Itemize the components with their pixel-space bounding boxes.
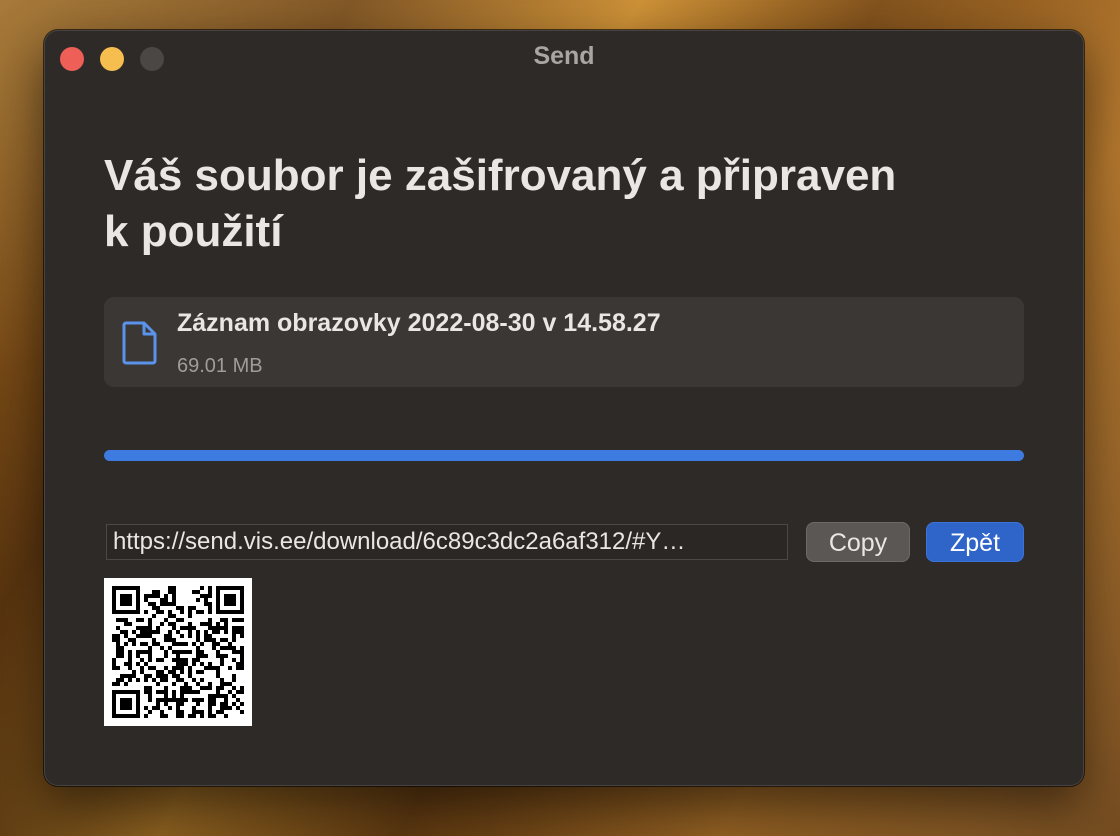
page-title-line-1: Váš soubor je zašifrovaný a připraven — [104, 151, 897, 200]
file-size: 69.01 MB — [177, 355, 263, 377]
back-button[interactable]: Zpět — [926, 522, 1024, 562]
send-window: Send Váš soubor je zašifrovaný a připrav… — [44, 30, 1084, 786]
document-icon — [122, 321, 158, 365]
qr-code-icon — [104, 578, 252, 726]
upload-progress-fill — [104, 450, 1024, 461]
title-bar[interactable]: Send — [44, 30, 1084, 84]
page-title: Váš soubor je zašifrovaný a připraven k … — [104, 148, 1004, 260]
copy-button[interactable]: Copy — [806, 522, 910, 562]
window-title: Send — [533, 42, 595, 70]
file-card: Záznam obrazovky 2022-08-30 v 14.58.27 6… — [104, 297, 1024, 387]
page-title-line-2: k použití — [104, 207, 283, 256]
share-url-field[interactable] — [106, 524, 788, 560]
file-name: Záznam obrazovky 2022-08-30 v 14.58.27 — [177, 309, 661, 337]
upload-progress-bar — [104, 450, 1024, 461]
